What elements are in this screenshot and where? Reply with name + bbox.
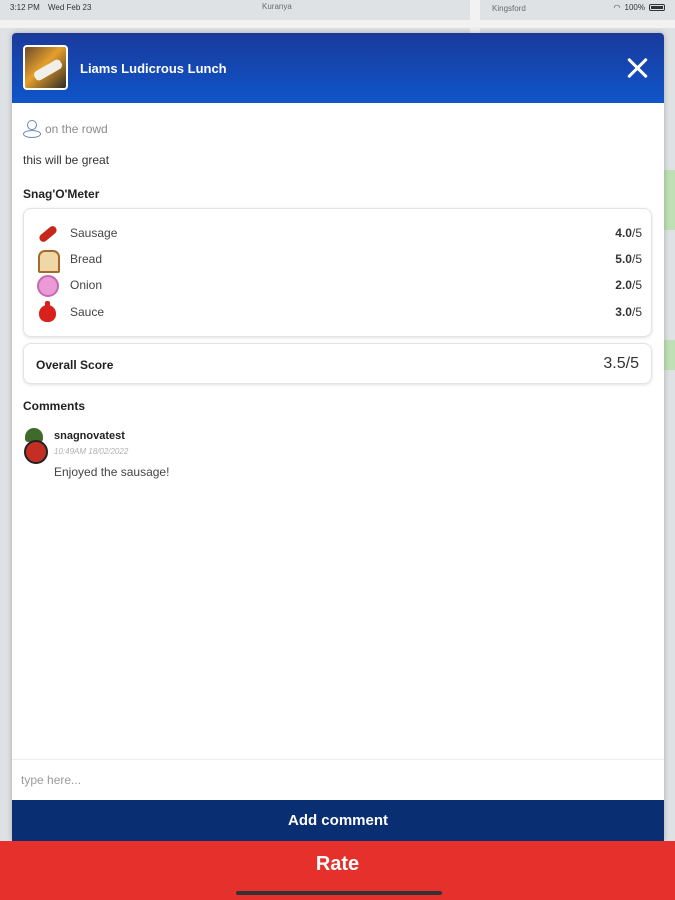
battery-percent: 100% xyxy=(624,3,645,12)
rating-label: Onion xyxy=(70,278,103,292)
rating-score: 4.0/5 xyxy=(615,226,642,240)
overall-score-label: Overall Score xyxy=(36,358,114,372)
overall-score-card: Overall Score 3.5/5 xyxy=(23,343,652,384)
onion-icon xyxy=(36,274,59,297)
rating-label: Sauce xyxy=(70,305,105,319)
comment-username: snagnovatest xyxy=(54,430,125,442)
rating-label: Sausage xyxy=(70,226,118,240)
map-road xyxy=(0,20,675,28)
snag-o-meter-title: Snag'O'Meter xyxy=(23,187,100,201)
location-text: on the rowd xyxy=(45,122,108,136)
comments-title: Comments xyxy=(23,399,86,413)
sauce-icon xyxy=(36,301,58,323)
location-pin-icon xyxy=(23,120,41,138)
home-indicator[interactable] xyxy=(236,891,442,895)
battery-icon xyxy=(649,4,665,11)
bread-icon xyxy=(36,248,60,273)
comment-text: Enjoyed the sausage! xyxy=(54,465,170,479)
add-comment-button[interactable]: Add comment xyxy=(12,800,664,841)
status-bar: 3:12 PM Wed Feb 23 ◠ 100% xyxy=(0,0,675,16)
rating-label: Bread xyxy=(70,252,103,266)
status-right: ◠ 100% xyxy=(614,3,665,12)
comment-item: snagnovatest 10:49AM 18/02/2022 Enjoyed … xyxy=(23,426,643,486)
snag-photo xyxy=(23,45,68,90)
close-icon[interactable] xyxy=(624,55,650,81)
map-park xyxy=(664,340,675,370)
sausage-icon xyxy=(36,222,58,244)
rating-row-onion: Onion 2.0/5 xyxy=(36,272,642,298)
description: this will be great xyxy=(23,153,110,167)
status-date: Wed Feb 23 xyxy=(48,3,92,12)
rating-row-sauce: Sauce 3.0/5 xyxy=(36,299,642,325)
location-row: on the rowd xyxy=(23,120,108,138)
comment-input[interactable] xyxy=(12,759,664,799)
avatar xyxy=(23,428,48,464)
status-time: 3:12 PM xyxy=(10,3,40,12)
rating-row-bread: Bread 5.0/5 xyxy=(36,246,642,273)
rating-score: 2.0/5 xyxy=(615,278,642,292)
ratings-card: Sausage 4.0/5 Bread 5.0/5 Onion 2.0/5 Sa… xyxy=(23,208,652,337)
rating-score: 3.0/5 xyxy=(615,305,642,319)
wifi-icon: ◠ xyxy=(613,3,621,12)
rating-row-sausage: Sausage 4.0/5 xyxy=(36,220,642,246)
snag-detail-modal: Liams Ludicrous Lunch on the rowd this w… xyxy=(12,33,664,841)
modal-title: Liams Ludicrous Lunch xyxy=(80,61,227,76)
rating-score: 5.0/5 xyxy=(615,252,642,266)
overall-score-value: 3.5/5 xyxy=(603,355,639,372)
comment-timestamp: 10:49AM 18/02/2022 xyxy=(54,447,129,456)
map-park xyxy=(664,170,675,230)
modal-header: Liams Ludicrous Lunch xyxy=(12,33,664,103)
